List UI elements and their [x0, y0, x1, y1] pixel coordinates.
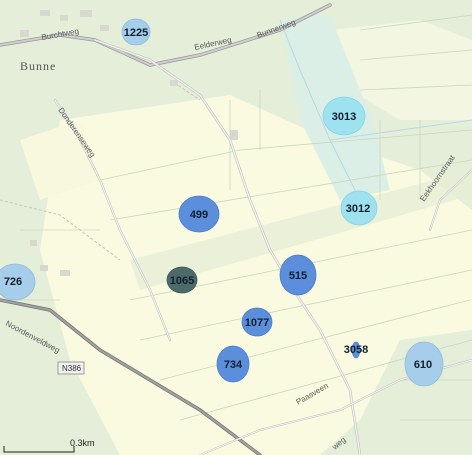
marker-m1065[interactable]: 1065 [166, 266, 198, 294]
svg-text:3012: 3012 [346, 203, 370, 215]
marker-m3013[interactable]: 3013 [322, 96, 366, 136]
svg-text:3013: 3013 [332, 111, 356, 123]
svg-text:1225: 1225 [124, 27, 148, 39]
place-label-bunne: Bunne [20, 59, 56, 73]
svg-text:515: 515 [289, 270, 307, 282]
svg-text:734: 734 [224, 359, 243, 371]
marker-m610[interactable]: 610 [404, 341, 444, 387]
svg-text:499: 499 [190, 209, 208, 221]
marker-m499[interactable]: 499 [178, 195, 220, 233]
svg-text:N386: N386 [62, 364, 82, 373]
route-shield-n386: N386 [57, 361, 85, 375]
marker-m1077[interactable]: 1077 [241, 307, 273, 337]
marker-m3012[interactable]: 3012 [340, 190, 378, 226]
marker-m3058[interactable]: 3058 [344, 341, 368, 359]
marker-m726[interactable]: 726 [0, 263, 36, 301]
svg-text:610: 610 [414, 359, 432, 371]
svg-text:0.3km: 0.3km [70, 438, 95, 448]
marker-m734[interactable]: 734 [216, 345, 250, 383]
map-view[interactable]: Burchtweg Bunnerweg Eelderweg Donderense… [0, 0, 472, 455]
svg-text:3058: 3058 [344, 344, 368, 356]
marker-m1225[interactable]: 1225 [121, 18, 151, 46]
svg-text:1077: 1077 [245, 317, 269, 329]
marker-m515[interactable]: 515 [279, 254, 317, 296]
svg-text:726: 726 [4, 276, 22, 288]
svg-text:1065: 1065 [170, 275, 194, 287]
map-canvas[interactable]: Burchtweg Bunnerweg Eelderweg Donderense… [0, 0, 472, 455]
